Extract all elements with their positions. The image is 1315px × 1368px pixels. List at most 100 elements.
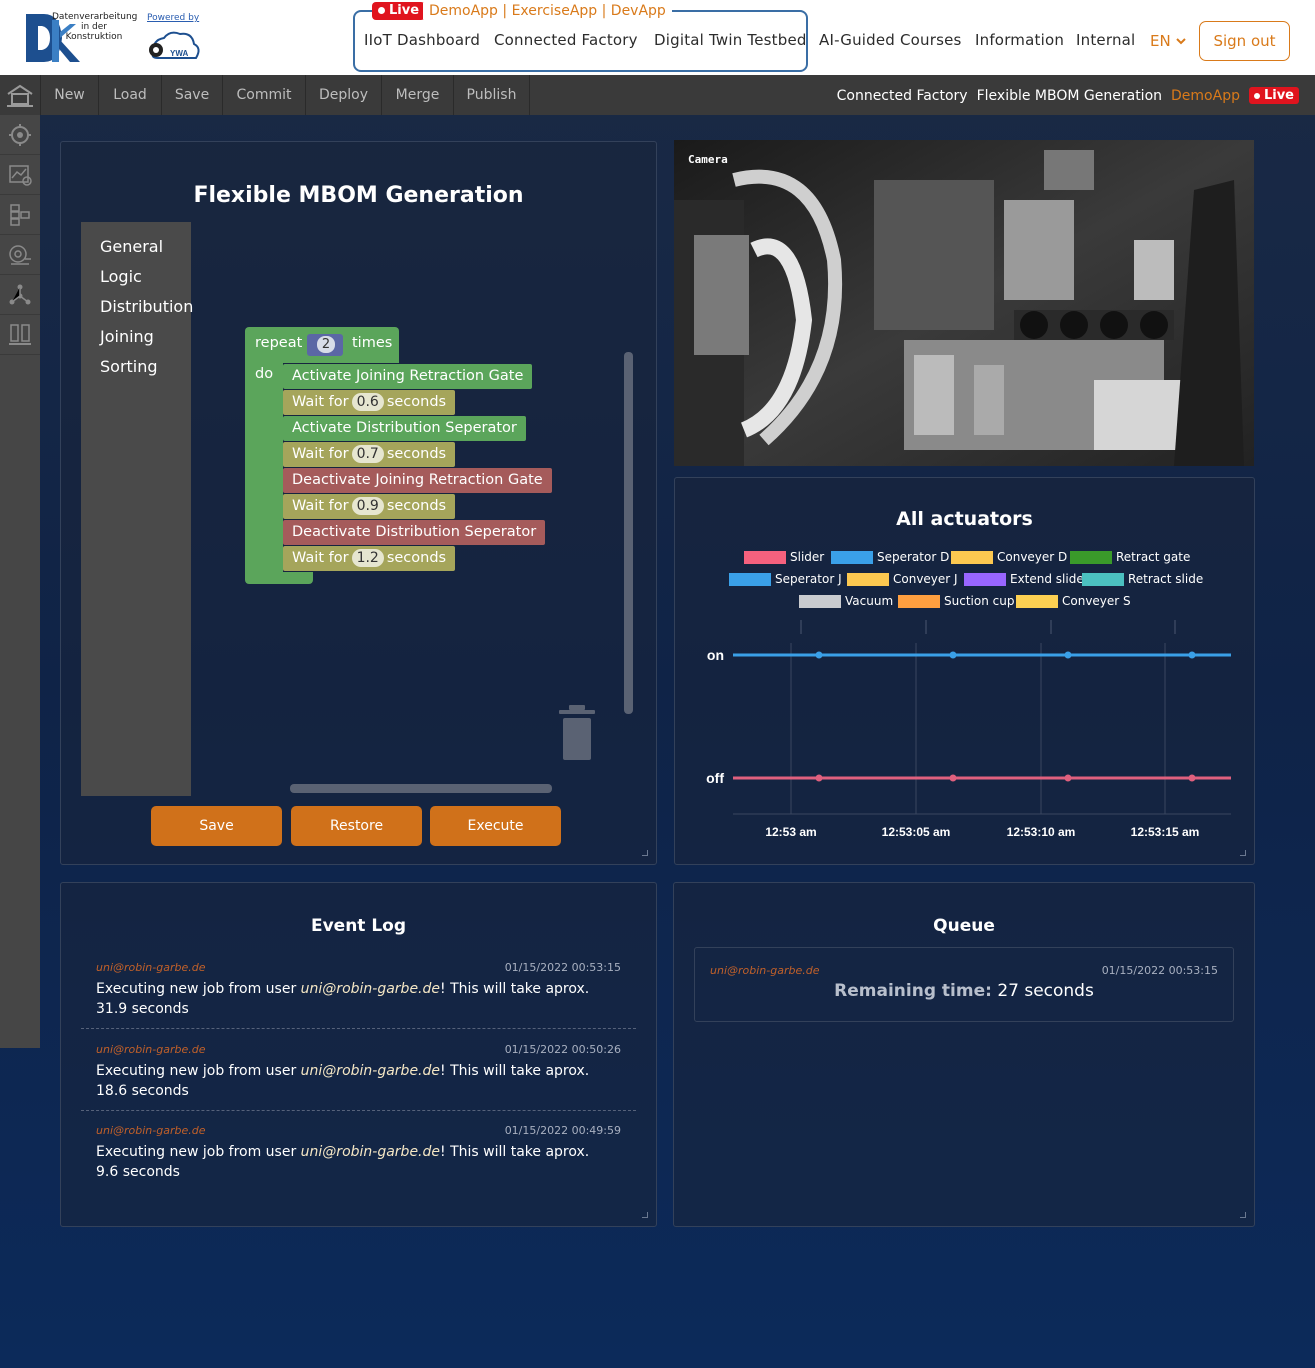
breadcrumb-connected-factory[interactable]: Connected Factory bbox=[837, 88, 968, 104]
seconds-label: seconds bbox=[386, 446, 447, 462]
repeat-label: repeat bbox=[255, 335, 303, 351]
mbom-editor-panel: Flexible MBOM Generation General Logic D… bbox=[60, 141, 657, 865]
log-timestamp: 01/15/2022 00:50:26 bbox=[504, 1043, 621, 1056]
wait-label: Wait for bbox=[292, 394, 349, 410]
nav-iiot-dashboard[interactable]: IIoT Dashboard bbox=[364, 31, 480, 49]
data-point bbox=[1188, 651, 1196, 659]
queue-panel: Queue uni@robin-garbe.de 01/15/2022 00:5… bbox=[673, 882, 1255, 1227]
editor-toolbar: New Load Save Commit Deploy Merge Publis… bbox=[0, 75, 1315, 115]
sign-out-button[interactable]: Sign out bbox=[1199, 21, 1290, 61]
wait-seconds-input[interactable]: 0.6 bbox=[351, 393, 384, 411]
data-point bbox=[1064, 774, 1072, 782]
log-message-email: uni@robin-garbe.de bbox=[300, 981, 441, 997]
resize-handle[interactable] bbox=[1240, 1212, 1246, 1218]
toolbar-commit-button[interactable]: Commit bbox=[222, 75, 305, 115]
queue-title: Queue bbox=[933, 916, 995, 936]
camera-label: Camera bbox=[688, 153, 728, 166]
deactivate-actuator-block[interactable]: Deactivate Distribution Seperator bbox=[283, 520, 546, 545]
workspace-horizontal-scrollbar[interactable] bbox=[290, 784, 552, 793]
wait-block[interactable]: Wait for 0.9 seconds bbox=[283, 494, 456, 519]
log-entry: uni@robin-garbe.de 01/15/2022 00:50:26 Exe… bbox=[81, 1029, 636, 1111]
repeat-block-footer bbox=[245, 572, 313, 584]
x-tick-label: 12:53:10 am bbox=[1007, 825, 1076, 839]
toolbar-load-button[interactable]: Load bbox=[98, 75, 161, 115]
log-entry: uni@robin-garbe.de 01/15/2022 00:49:59 Exe… bbox=[81, 1110, 636, 1182]
category-distribution[interactable]: Distribution bbox=[81, 292, 193, 322]
repeat-block-header[interactable]: repeat 2 times bbox=[245, 327, 399, 363]
category-joining[interactable]: Joining bbox=[81, 322, 191, 352]
breadcrumb-app-name: DemoApp bbox=[1171, 87, 1240, 104]
remaining-time-value: 27 seconds bbox=[997, 981, 1094, 1001]
analytics-icon[interactable] bbox=[0, 155, 40, 195]
workspace-vertical-scrollbar[interactable] bbox=[624, 352, 633, 714]
toolbar-save-button[interactable]: Save bbox=[161, 75, 222, 115]
toolbar-new-button[interactable]: New bbox=[40, 75, 98, 115]
home-icon[interactable] bbox=[0, 75, 40, 115]
execute-button[interactable]: Execute bbox=[430, 806, 561, 846]
resize-handle[interactable] bbox=[642, 850, 648, 856]
log-message-prefix: Executing new job from user bbox=[96, 1063, 301, 1079]
live-dot-icon bbox=[1253, 92, 1260, 99]
log-entry: uni@robin-garbe.de 01/15/2022 00:53:15 Exe… bbox=[81, 947, 636, 1029]
trash-icon[interactable] bbox=[555, 702, 599, 762]
wait-seconds-input[interactable]: 1.2 bbox=[351, 549, 384, 567]
resize-handle[interactable] bbox=[642, 1212, 648, 1218]
x-tick-label: 12:53 am bbox=[765, 825, 816, 839]
data-gear-icon[interactable] bbox=[0, 235, 40, 275]
actuators-chart: on off 12:53 am 12:53:05 am 12:53:10 am 12:53… bbox=[706, 620, 1231, 839]
deactivate-actuator-block[interactable]: Deactivate Joining Retraction Gate bbox=[283, 468, 552, 493]
repeat-count-block[interactable]: 2 bbox=[307, 334, 343, 356]
toolbar-merge-button[interactable]: Merge bbox=[381, 75, 453, 115]
log-message: Executing new job from user uni@robin-ga… bbox=[96, 1061, 606, 1101]
modules-icon[interactable] bbox=[0, 195, 40, 235]
activate-actuator-block[interactable]: Activate Distribution Seperator bbox=[283, 416, 526, 441]
nav-digital-twin-testbed[interactable]: Digital Twin Testbed bbox=[654, 31, 807, 49]
resize-handle[interactable] bbox=[1240, 850, 1246, 856]
top-navigation-bar: Datenverarbeitung in der Konstruktion Po… bbox=[0, 0, 1315, 75]
queue-item: uni@robin-garbe.de 01/15/2022 00:53:15 R… bbox=[694, 947, 1234, 1022]
toolbar-publish-button[interactable]: Publish bbox=[453, 75, 530, 115]
repeat-block-spine: do bbox=[245, 363, 283, 580]
live-label: Live bbox=[389, 3, 420, 18]
category-sorting[interactable]: Sorting bbox=[81, 352, 191, 382]
data-point bbox=[815, 651, 823, 659]
restore-button[interactable]: Restore bbox=[291, 806, 422, 846]
wait-block[interactable]: Wait for 1.2 seconds bbox=[283, 546, 456, 571]
queue-timestamp: 01/15/2022 00:53:15 bbox=[1101, 964, 1218, 977]
log-message-prefix: Executing new job from user bbox=[96, 981, 301, 997]
x-tick-label: 12:53:15 am bbox=[1131, 825, 1200, 839]
app-switcher[interactable]: DemoApp | ExerciseApp | DevApp bbox=[423, 3, 672, 19]
repeat-times-label: times bbox=[352, 335, 393, 351]
seconds-label: seconds bbox=[386, 394, 447, 410]
network-icon[interactable] bbox=[0, 275, 40, 315]
live-badge: Live bbox=[372, 2, 426, 20]
log-message: Executing new job from user uni@robin-ga… bbox=[96, 979, 606, 1019]
wait-block[interactable]: Wait for 0.7 seconds bbox=[283, 442, 456, 467]
nav-connected-factory[interactable]: Connected Factory bbox=[494, 31, 638, 49]
repeat-count-value[interactable]: 2 bbox=[317, 336, 335, 353]
nav-internal[interactable]: Internal bbox=[1076, 31, 1135, 49]
wait-block[interactable]: Wait for 0.6 seconds bbox=[283, 390, 456, 415]
wait-seconds-input[interactable]: 0.7 bbox=[351, 445, 384, 463]
ywa-logo[interactable]: YWA bbox=[144, 28, 202, 64]
camera-feed: Camera bbox=[674, 140, 1254, 466]
category-logic[interactable]: Logic bbox=[81, 262, 191, 292]
log-message: Executing new job from user uni@robin-ga… bbox=[96, 1142, 606, 1182]
block-category-list: General Logic Distribution Joining Sorti… bbox=[81, 222, 193, 796]
camera-image bbox=[674, 140, 1254, 466]
toolbar-deploy-button[interactable]: Deploy bbox=[305, 75, 381, 115]
wait-seconds-input[interactable]: 0.9 bbox=[351, 497, 384, 515]
language-value: EN bbox=[1150, 32, 1171, 50]
activate-actuator-block[interactable]: Activate Joining Retraction Gate bbox=[283, 364, 533, 389]
nav-ai-guided-courses[interactable]: AI-Guided Courses bbox=[819, 31, 962, 49]
language-select[interactable]: EN bbox=[1150, 32, 1187, 50]
nav-information[interactable]: Information bbox=[975, 31, 1064, 49]
save-button[interactable]: Save bbox=[151, 806, 282, 846]
server-icon[interactable] bbox=[0, 315, 40, 355]
settings-cog-icon[interactable] bbox=[0, 115, 40, 155]
event-log-title: Event Log bbox=[310, 916, 407, 936]
powered-by-link[interactable]: Powered by bbox=[147, 13, 199, 23]
wait-label: Wait for bbox=[292, 498, 349, 514]
remaining-time-label: Remaining time: bbox=[834, 981, 992, 1001]
category-general[interactable]: General bbox=[81, 232, 191, 262]
